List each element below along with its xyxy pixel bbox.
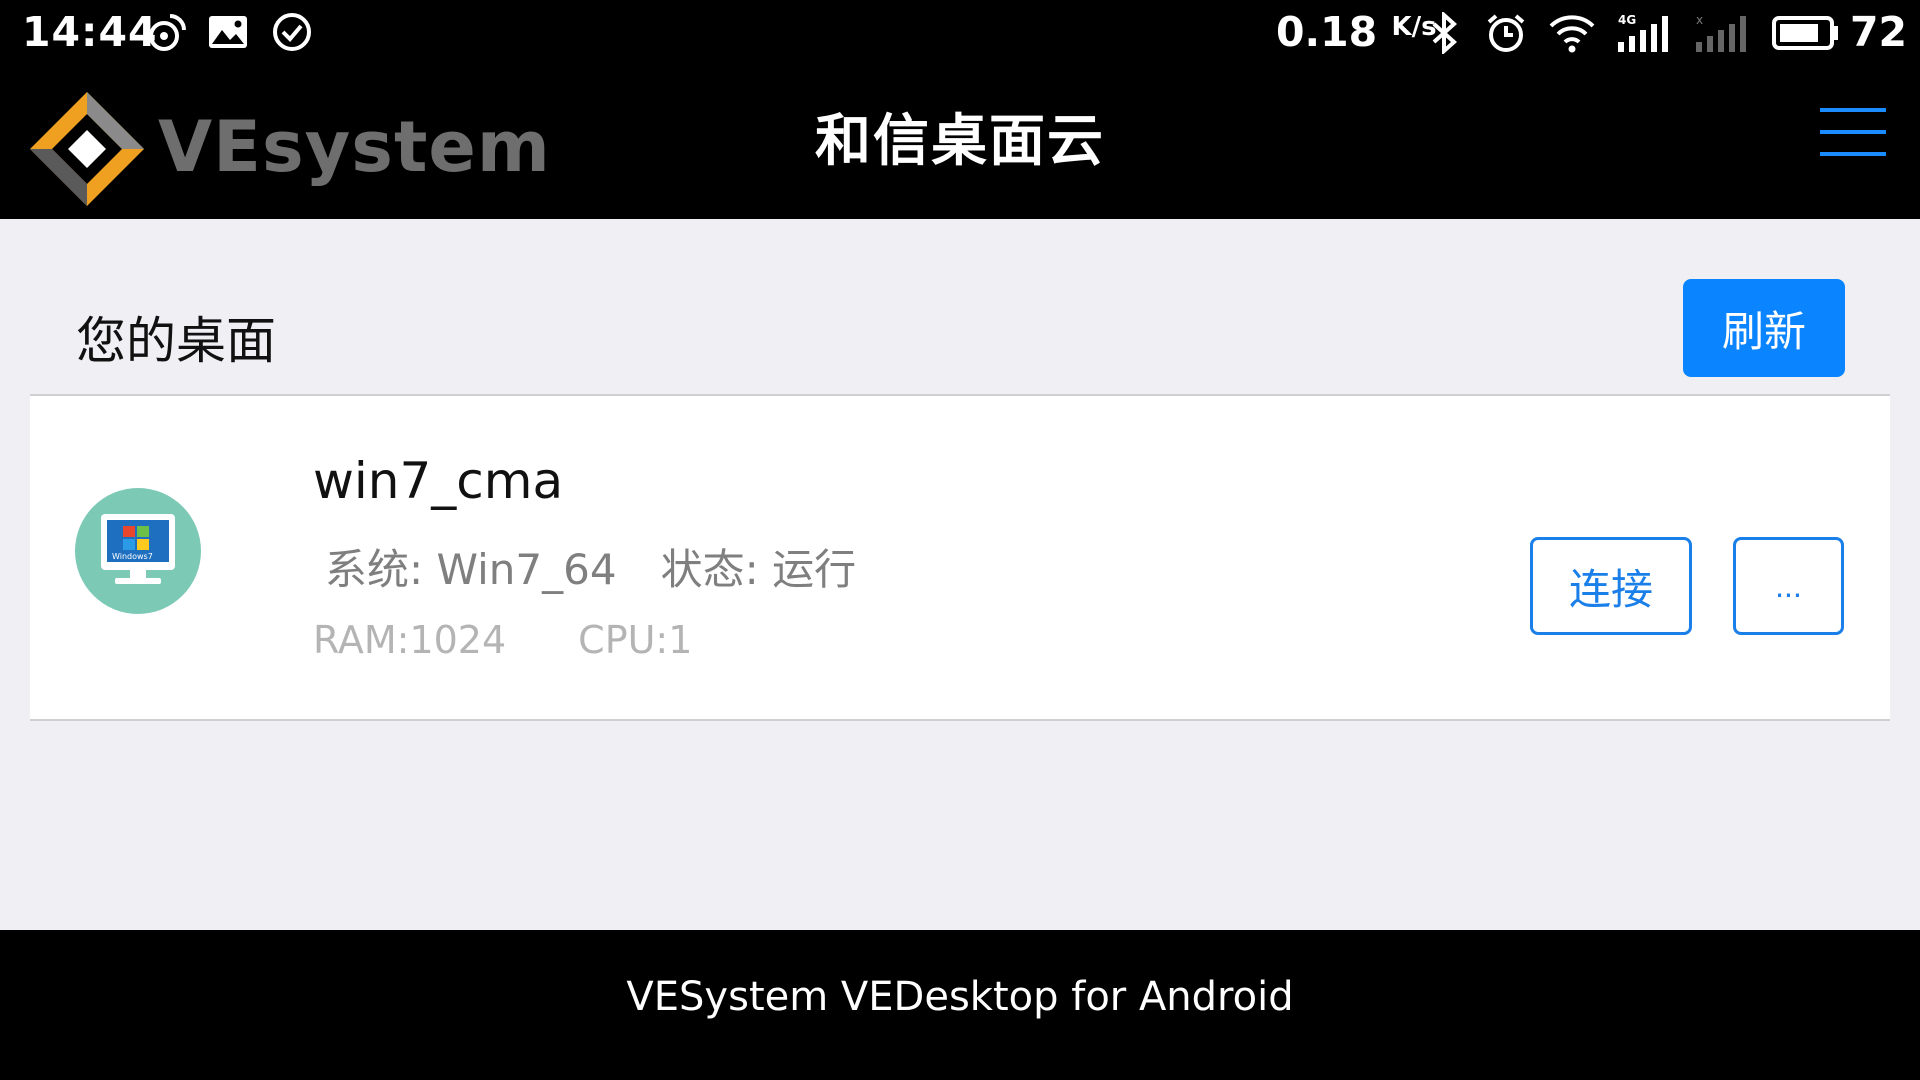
signal-4g-icon: 4G — [1618, 13, 1668, 52]
net-speed: 0.18 K/s — [1276, 8, 1437, 56]
desktop-status: 状态: 运行 — [660, 545, 857, 594]
footer: VESystem VEDesktop for Android — [0, 930, 1920, 1080]
status-time: 14:44 — [22, 8, 158, 56]
battery-icon — [1772, 16, 1838, 50]
desktop-cpu: CPU:1 — [578, 618, 693, 662]
check-circle-icon — [273, 13, 311, 51]
footer-text: VESystem VEDesktop for Android — [626, 974, 1294, 1020]
wifi-icon — [1549, 15, 1595, 53]
windows7-monitor-icon: Windows7 — [75, 488, 201, 614]
desktop-resources: RAM:1024 CPU:1 — [313, 618, 764, 662]
battery-level: 72 — [1850, 8, 1908, 56]
app-header: VEsystem 和信桌面云 — [0, 64, 1920, 219]
svg-text:x: x — [1696, 13, 1703, 27]
alarm-icon — [1487, 14, 1525, 52]
svg-text:4G: 4G — [1618, 13, 1636, 27]
svg-text:Windows7: Windows7 — [112, 552, 153, 561]
image-icon — [209, 16, 247, 48]
section-title: 您的桌面 — [76, 312, 276, 370]
weibo-icon — [149, 14, 186, 51]
app-title: 和信桌面云 — [815, 109, 1105, 174]
bluetooth-icon — [1432, 12, 1457, 54]
desktop-ram: RAM:1024 — [313, 618, 507, 662]
main-content: 您的桌面 刷新 Windows7 win7_cma 系统: Win7_64 状态:… — [0, 219, 1920, 930]
more-options-button[interactable]: ... — [1733, 537, 1844, 635]
refresh-button[interactable]: 刷新 — [1683, 279, 1845, 377]
desktop-meta: 系统: Win7_64 状态: 运行 — [325, 536, 900, 597]
signal-empty-icon: x — [1696, 13, 1746, 52]
connect-button[interactable]: 连接 — [1530, 537, 1692, 635]
status-bar: 14:44 0.18 K/s 4G x 72 — [0, 0, 1920, 64]
desktop-name: win7_cma — [313, 452, 564, 510]
desktop-system: 系统: Win7_64 — [325, 545, 617, 594]
hamburger-menu-icon[interactable] — [1820, 104, 1886, 160]
desktop-card[interactable]: Windows7 win7_cma 系统: Win7_64 状态: 运行 RAM:… — [30, 396, 1890, 721]
